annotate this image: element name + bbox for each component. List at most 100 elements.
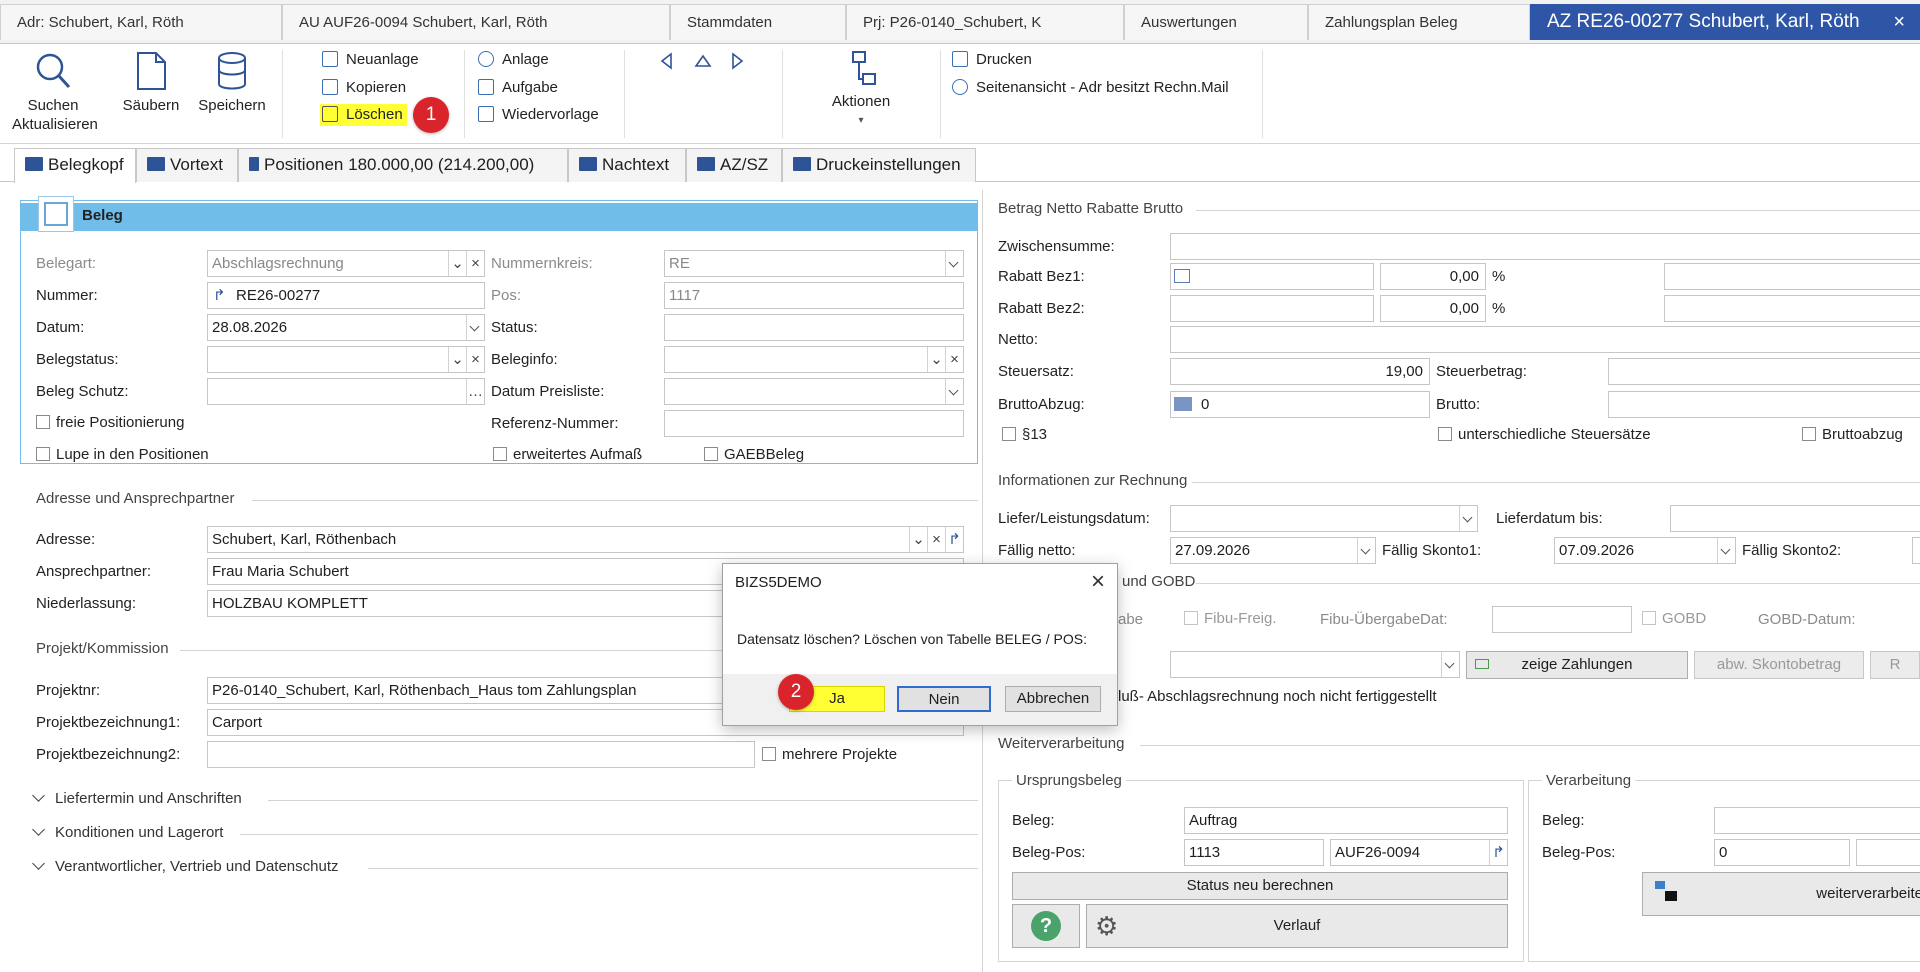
lieferdatum-field[interactable] bbox=[1170, 505, 1478, 532]
lupe-checkbox[interactable]: Lupe in den Positionen bbox=[36, 446, 209, 463]
wiedervorlage-button[interactable]: Wiedervorlage bbox=[478, 104, 599, 126]
belegstatus-field[interactable]: × ⌄ bbox=[207, 346, 485, 373]
rabatt-bez1-extra-field[interactable] bbox=[1664, 263, 1920, 290]
rabatt-bez2-extra-field[interactable] bbox=[1664, 295, 1920, 322]
chevron-down-icon[interactable] bbox=[1441, 652, 1459, 677]
speichern-button[interactable]: Speichern bbox=[196, 50, 268, 115]
chevron-down-icon[interactable]: ⌄ bbox=[448, 251, 466, 276]
doc-tab-active-rechnung[interactable]: AZ RE26-00277 Schubert, Karl, Röth × bbox=[1530, 4, 1920, 40]
anlage-button[interactable]: Anlage bbox=[478, 49, 549, 71]
jump-arrow-icon[interactable]: ↱ bbox=[1489, 840, 1507, 865]
verarbeitung-beleg-field[interactable] bbox=[1714, 807, 1920, 834]
chevron-down-icon[interactable] bbox=[945, 251, 963, 276]
gaeb-checkbox[interactable]: GAEBBeleg bbox=[704, 446, 804, 463]
nummernkreis-field[interactable]: RE bbox=[664, 250, 964, 277]
chevron-down-icon[interactable]: ⌄ bbox=[909, 527, 927, 552]
faellig-skonto2-field[interactable] bbox=[1912, 537, 1920, 564]
referenz-field[interactable] bbox=[664, 410, 964, 437]
tab-az-sz[interactable]: AZ/SZ bbox=[686, 148, 782, 182]
tab-nachtext[interactable]: Nachtext bbox=[568, 148, 686, 182]
r-button[interactable]: R bbox=[1870, 651, 1920, 679]
doc-tab-auswertungen[interactable]: Auswertungen bbox=[1124, 4, 1308, 40]
clear-icon[interactable]: × bbox=[466, 251, 484, 276]
chevron-down-icon[interactable] bbox=[1357, 538, 1375, 563]
belegart-field[interactable]: Abschlagsrechnung × ⌄ bbox=[207, 250, 485, 277]
status-neu-berechnen-button[interactable]: Status neu berechnen bbox=[1012, 872, 1508, 900]
steuersatz-field[interactable]: 19,00 bbox=[1170, 358, 1430, 385]
verarbeitung-belegnr-field[interactable] bbox=[1856, 839, 1920, 866]
chevron-down-icon[interactable]: ⌄ bbox=[448, 347, 466, 372]
ursprung-belegnr-field[interactable]: AUF26-0094 ↱ bbox=[1330, 839, 1508, 866]
seitenansicht-button[interactable]: Seitenansicht - Adr besitzt Rechn.Mail bbox=[952, 77, 1229, 99]
pos-field[interactable]: 1117 bbox=[664, 282, 964, 309]
abbrechen-button[interactable]: Abbrechen bbox=[1005, 686, 1101, 712]
beleginfo-field[interactable]: × ⌄ bbox=[664, 346, 964, 373]
faellig-skonto1-field[interactable]: 07.09.2026 bbox=[1554, 537, 1736, 564]
bruttoabzug-field[interactable]: 0 bbox=[1170, 391, 1430, 418]
bruttoabzug-checkbox[interactable]: Bruttoabzug bbox=[1802, 426, 1903, 443]
chevron-down-icon[interactable]: ⌄ bbox=[927, 347, 945, 372]
neuanlage-button[interactable]: Neuanlage bbox=[322, 49, 419, 71]
close-icon[interactable]: × bbox=[1091, 568, 1105, 596]
collapsible-verantwortlicher[interactable]: Verantwortlicher, Vertrieb und Datenschu… bbox=[28, 857, 339, 875]
fibu-freig-checkbox[interactable]: Fibu-Freig. bbox=[1184, 610, 1277, 627]
status-field[interactable] bbox=[664, 314, 964, 341]
chevron-down-icon[interactable] bbox=[1459, 506, 1477, 531]
doc-tab-auftrag[interactable]: AU AUF26-0094 Schubert, Karl, Röth bbox=[282, 4, 670, 40]
rabatt-bez2-field[interactable] bbox=[1170, 295, 1374, 322]
jump-arrow-icon[interactable]: ↱ bbox=[945, 527, 963, 552]
ursprung-beleg-field[interactable]: Auftrag bbox=[1184, 807, 1508, 834]
projektbezeichnung2-field[interactable] bbox=[207, 741, 755, 768]
netto-field[interactable] bbox=[1170, 326, 1920, 353]
paragraph13-checkbox[interactable]: §13 bbox=[1002, 426, 1047, 443]
next-arrow-icon[interactable] bbox=[728, 52, 746, 70]
tab-vortext[interactable]: Vortext bbox=[136, 148, 238, 182]
datum-preisliste-field[interactable] bbox=[664, 378, 964, 405]
doc-tab-zahlungsplan[interactable]: Zahlungsplan Beleg bbox=[1308, 4, 1530, 40]
tab-positionen[interactable]: Positionen 180.000,00 (214.200,00) bbox=[238, 148, 568, 182]
chevron-down-icon[interactable] bbox=[1717, 538, 1735, 563]
ursprung-belegpos-field[interactable]: 1113 bbox=[1184, 839, 1324, 866]
brutto-field[interactable] bbox=[1608, 391, 1920, 418]
clear-icon[interactable]: × bbox=[927, 527, 945, 552]
adresse-field[interactable]: Schubert, Karl, Röthenbach ↱ × ⌄ bbox=[207, 526, 964, 553]
saeubern-button[interactable]: Säubern bbox=[118, 50, 184, 115]
clear-icon[interactable]: × bbox=[466, 347, 484, 372]
rabatt-bez2-value-field[interactable]: 0,00 bbox=[1380, 295, 1486, 322]
collapsible-liefertermin[interactable]: Liefertermin und Anschriften bbox=[28, 789, 242, 807]
chevron-down-icon[interactable] bbox=[945, 379, 963, 404]
nummer-field[interactable]: ↱ RE26-00277 bbox=[207, 282, 485, 309]
suchen-button[interactable]: Suchen Aktualisieren bbox=[12, 50, 98, 134]
weiterverarbeiten-button[interactable]: weiterverarbeite bbox=[1642, 872, 1920, 916]
steuerbetrag-field[interactable] bbox=[1608, 358, 1920, 385]
rabatt-bez1-field[interactable] bbox=[1170, 263, 1374, 290]
doc-tab-projekt[interactable]: Prj: P26-0140_Schubert, K bbox=[846, 4, 1124, 40]
jump-arrow-icon[interactable]: ↱ bbox=[213, 286, 226, 304]
unterschiedliche-steuersaetze-checkbox[interactable]: unterschiedliche Steuersätze bbox=[1438, 426, 1651, 443]
aktionen-button[interactable]: Aktionen ▾ bbox=[820, 50, 902, 130]
zwischensumme-field[interactable] bbox=[1170, 233, 1920, 260]
up-arrow-icon[interactable] bbox=[694, 52, 712, 70]
list-picker-icon[interactable] bbox=[1174, 269, 1190, 283]
lieferdatum-bis-field[interactable] bbox=[1670, 505, 1920, 532]
belegschutz-field[interactable]: … bbox=[207, 378, 485, 405]
nein-button[interactable]: Nein bbox=[897, 686, 991, 712]
fibu-uebergabedat-field[interactable] bbox=[1492, 606, 1632, 633]
aufgabe-button[interactable]: Aufgabe bbox=[478, 77, 558, 99]
faellig-netto-field[interactable]: 27.09.2026 bbox=[1170, 537, 1376, 564]
drucken-button[interactable]: Drucken bbox=[952, 49, 1032, 71]
datum-field[interactable]: 28.08.2026 bbox=[207, 314, 485, 341]
tab-belegkopf[interactable]: Belegkopf bbox=[14, 148, 136, 183]
clear-icon[interactable]: × bbox=[945, 347, 963, 372]
zeige-zahlungen-button[interactable]: zeige Zahlungen bbox=[1466, 651, 1688, 679]
mehrere-projekte-checkbox[interactable]: mehrere Projekte bbox=[762, 746, 897, 763]
zahlung-select[interactable] bbox=[1170, 651, 1460, 678]
chevron-down-icon[interactable] bbox=[466, 315, 484, 340]
calculator-small-icon[interactable] bbox=[1174, 397, 1192, 411]
rabatt-bez1-value-field[interactable]: 0,00 bbox=[1380, 263, 1486, 290]
abw-skontobetrag-button[interactable]: abw. Skontobetrag bbox=[1694, 651, 1864, 679]
kopieren-button[interactable]: Kopieren bbox=[322, 77, 406, 99]
close-tab-icon[interactable]: × bbox=[1893, 11, 1905, 34]
collapsible-konditionen[interactable]: Konditionen und Lagerort bbox=[28, 823, 223, 841]
gobd-checkbox[interactable]: GOBD bbox=[1642, 610, 1706, 627]
